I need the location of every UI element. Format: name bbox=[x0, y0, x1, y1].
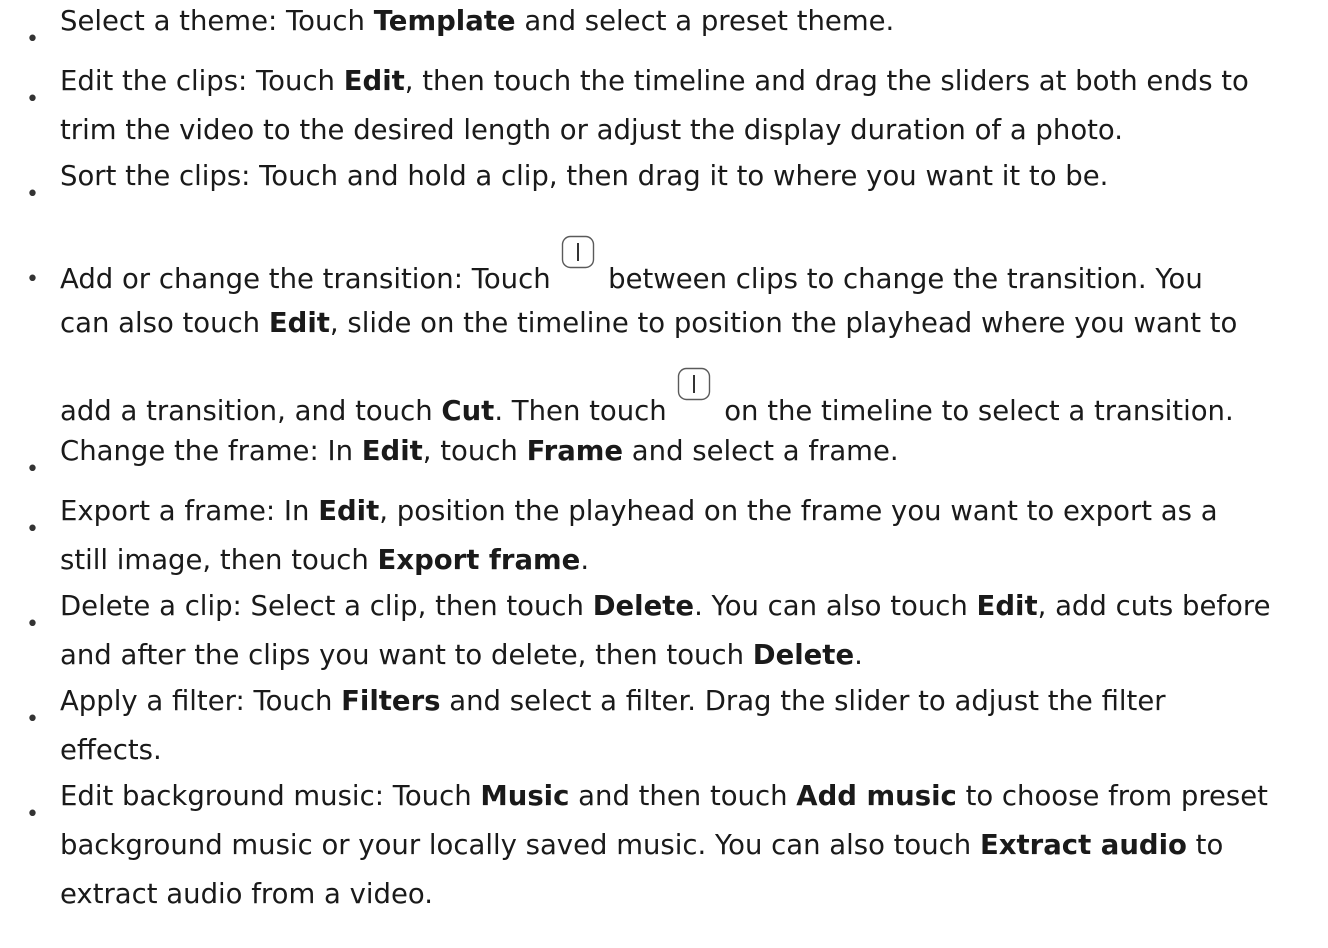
text-line: and after the clips you want to delete, … bbox=[60, 639, 863, 671]
text-line: extract audio from a video. bbox=[60, 878, 433, 910]
term-edit: Edit bbox=[268, 307, 330, 339]
text-line: add a transition, and touch Cut. Then to… bbox=[60, 367, 1234, 427]
term-add-music: Add music bbox=[796, 780, 957, 812]
bullet-point: • bbox=[26, 707, 39, 732]
transition-icon bbox=[677, 367, 711, 423]
bullet-point: • bbox=[26, 612, 39, 637]
text-line: effects. bbox=[60, 734, 162, 766]
text-line: still image, then touch Export frame. bbox=[60, 544, 590, 576]
bullet-point: • bbox=[26, 267, 39, 292]
term-music: Music bbox=[480, 780, 570, 812]
transition-icon bbox=[561, 235, 595, 291]
text-line: background music or your locally saved m… bbox=[60, 829, 1224, 861]
text-line: Select a theme: Touch Template and selec… bbox=[60, 5, 895, 37]
term-edit: Edit bbox=[343, 65, 405, 97]
term-cut: Cut bbox=[441, 395, 495, 427]
term-delete: Delete bbox=[752, 639, 855, 671]
term-edit: Edit bbox=[976, 590, 1038, 622]
text-line: Change the frame: In Edit, touch Frame a… bbox=[60, 435, 899, 467]
text-line: Apply a filter: Touch Filters and select… bbox=[60, 685, 1166, 717]
text-line: Delete a clip: Select a clip, then touch… bbox=[60, 590, 1271, 622]
text-line: Add or change the transition: Touch betw… bbox=[60, 235, 1203, 295]
text-line: Export a frame: In Edit, position the pl… bbox=[60, 495, 1218, 527]
term-delete: Delete bbox=[592, 590, 695, 622]
term-extract-audio: Extract audio bbox=[979, 829, 1187, 861]
bullet-point: • bbox=[26, 27, 39, 52]
term-template: Template bbox=[373, 5, 516, 37]
text-line: trim the video to the desired length or … bbox=[60, 114, 1124, 146]
bullet-point: • bbox=[26, 517, 39, 542]
term-filters: Filters bbox=[341, 685, 441, 717]
term-frame: Frame bbox=[526, 435, 624, 467]
bullet-point: • bbox=[26, 182, 39, 207]
term-export-frame: Export frame bbox=[377, 544, 581, 576]
text-line: Edit the clips: Touch Edit, then touch t… bbox=[60, 65, 1249, 97]
text-line: Sort the clips: Touch and hold a clip, t… bbox=[60, 160, 1109, 192]
bullet-point: • bbox=[26, 87, 39, 112]
term-edit: Edit bbox=[361, 435, 423, 467]
bullet-point: • bbox=[26, 457, 39, 482]
bullet-point: • bbox=[26, 802, 39, 827]
term-edit: Edit bbox=[318, 495, 380, 527]
text-line: can also touch Edit, slide on the timeli… bbox=[60, 307, 1238, 339]
text-line: Edit background music: Touch Music and t… bbox=[60, 780, 1268, 812]
